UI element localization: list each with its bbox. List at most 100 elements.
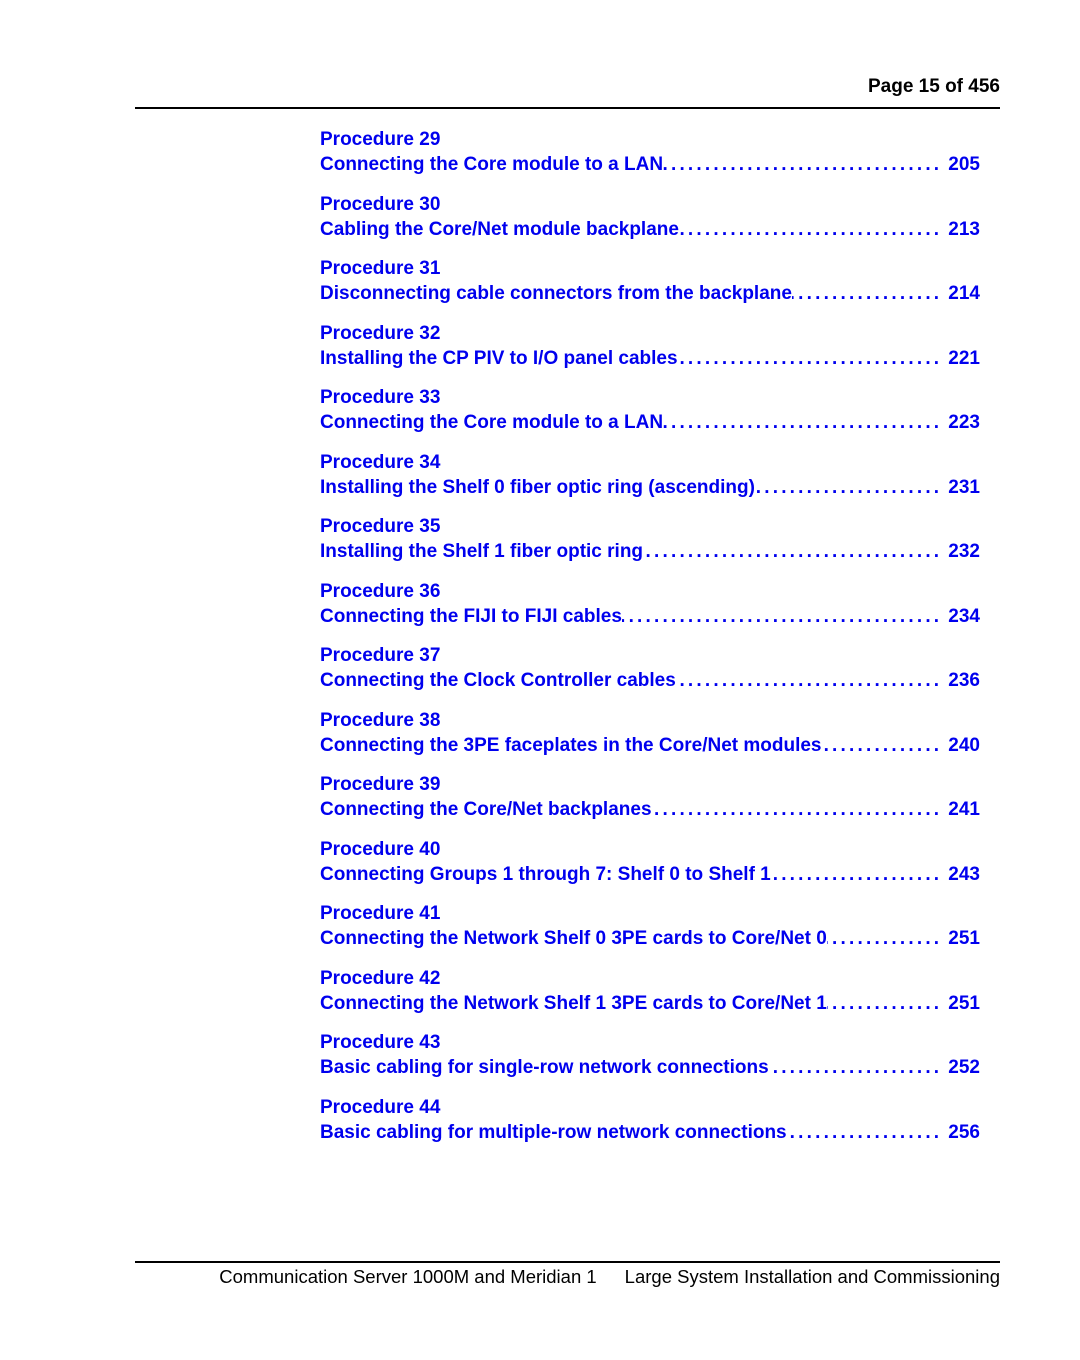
leader-dots: ........................................…	[791, 283, 943, 304]
toc-entry[interactable]: Procedure 35 Installing the Shelf 1 fiber…	[320, 515, 980, 580]
procedure-label[interactable]: Procedure 43	[320, 1031, 980, 1055]
procedure-label[interactable]: Procedure 41	[320, 902, 980, 926]
leader-dots: ........................................…	[826, 928, 943, 949]
procedure-title[interactable]: Connecting the Core module to a LAN	[320, 410, 663, 435]
procedure-title[interactable]: Installing the CP PIV to I/O panel cable…	[320, 346, 678, 371]
leader-dots: ........................................…	[663, 412, 943, 433]
procedure-label[interactable]: Procedure 31	[320, 257, 980, 281]
leader-dots: ........................................…	[821, 734, 943, 756]
page-number: Page 15 of 456	[867, 76, 1000, 97]
procedure-label[interactable]: Procedure 33	[320, 386, 980, 410]
page-footer: Communication Server 1000M and Meridian …	[135, 1266, 1000, 1288]
toc-link[interactable]: Connecting the Core module to a LAN.....…	[320, 410, 980, 435]
page-reference[interactable]: 256	[948, 1120, 980, 1145]
page-reference[interactable]: 205	[948, 152, 980, 177]
page-reference[interactable]: 252	[948, 1055, 980, 1080]
toc-link[interactable]: Disconnecting cable connectors from the …	[320, 281, 980, 306]
procedure-label[interactable]: Procedure 37	[320, 644, 980, 668]
procedure-label[interactable]: Procedure 29	[320, 128, 980, 152]
toc-entry[interactable]: Procedure 40 Connecting Groups 1 through …	[320, 838, 980, 903]
toc-entry[interactable]: Procedure 42 Connecting the Network Shelf…	[320, 967, 980, 1032]
leader-dots: ........................................…	[643, 541, 943, 562]
leader-dots: ........................................…	[663, 154, 943, 175]
page-reference[interactable]: 243	[948, 862, 980, 887]
leader-dots: ........................................…	[679, 218, 943, 240]
toc-entry[interactable]: Procedure 36 Connecting the FIJI to FIJI …	[320, 580, 980, 645]
page-reference[interactable]: 241	[948, 797, 980, 822]
toc-link[interactable]: Installing the CP PIV to I/O panel cable…	[320, 346, 980, 371]
page-reference[interactable]: 251	[948, 991, 980, 1016]
page-reference[interactable]: 251	[948, 926, 980, 951]
toc-entry[interactable]: Procedure 44 Basic cabling for multiple-r…	[320, 1096, 980, 1161]
toc-entry[interactable]: Procedure 33 Connecting the Core module t…	[320, 386, 980, 451]
procedure-title[interactable]: Basic cabling for single-row network con…	[320, 1055, 769, 1080]
procedure-label[interactable]: Procedure 30	[320, 193, 980, 217]
toc-link[interactable]: Installing the Shelf 0 fiber optic ring …	[320, 475, 980, 500]
toc-entry[interactable]: Procedure 38 Connecting the 3PE faceplate…	[320, 709, 980, 774]
procedure-title[interactable]: Connecting the Core/Net backplanes	[320, 797, 652, 822]
leader-dots: ........................................…	[622, 605, 943, 627]
toc-link[interactable]: Connecting the FIJI to FIJI cables......…	[320, 604, 980, 629]
toc-link[interactable]: Connecting the Core/Net backplanes......…	[320, 797, 980, 822]
footer-rule	[135, 1261, 1000, 1263]
procedure-title[interactable]: Installing the Shelf 0 fiber optic ring …	[320, 475, 755, 500]
toc-entry[interactable]: Procedure 39 Connecting the Core/Net back…	[320, 773, 980, 838]
footer-document-title: Large System Installation and Commission…	[624, 1266, 1000, 1287]
page-reference[interactable]: 232	[948, 539, 980, 564]
toc-link[interactable]: Connecting the Network Shelf 1 3PE cards…	[320, 991, 980, 1016]
procedure-title[interactable]: Disconnecting cable connectors from the …	[320, 281, 792, 306]
page-reference[interactable]: 221	[948, 346, 980, 371]
toc-entry[interactable]: Procedure 30 Cabling the Core/Net module …	[320, 193, 980, 258]
toc-link[interactable]: Connecting the 3PE faceplates in the Cor…	[320, 733, 980, 758]
toc-entry[interactable]: Procedure 29 Connecting the Core module t…	[320, 128, 980, 193]
procedure-title[interactable]: Basic cabling for multiple-row network c…	[320, 1120, 787, 1145]
leader-dots: ........................................…	[676, 670, 943, 691]
procedure-label[interactable]: Procedure 34	[320, 451, 980, 475]
leader-dots: ........................................…	[755, 476, 943, 498]
toc-link[interactable]: Connecting the Core module to a LAN.....…	[320, 152, 980, 177]
toc-entry[interactable]: Procedure 31 Disconnecting cable connecto…	[320, 257, 980, 322]
page-reference[interactable]: 236	[948, 668, 980, 693]
procedure-label[interactable]: Procedure 39	[320, 773, 980, 797]
procedure-title[interactable]: Connecting the Clock Controller cables	[320, 668, 676, 693]
toc-link[interactable]: Connecting Groups 1 through 7: Shelf 0 t…	[320, 862, 980, 887]
toc-link[interactable]: Basic cabling for multiple-row network c…	[320, 1120, 980, 1145]
page-reference[interactable]: 223	[948, 410, 980, 435]
procedure-label[interactable]: Procedure 42	[320, 967, 980, 991]
procedure-label[interactable]: Procedure 38	[320, 709, 980, 733]
toc-link[interactable]: Installing the Shelf 1 fiber optic ring.…	[320, 539, 980, 564]
procedure-title[interactable]: Connecting the Network Shelf 0 3PE cards…	[320, 926, 827, 951]
page-reference[interactable]: 231	[948, 475, 980, 500]
page-header: Page 15 of 456	[135, 74, 1000, 100]
page-reference[interactable]: 240	[948, 733, 980, 758]
toc-entry[interactable]: Procedure 37 Connecting the Clock Control…	[320, 644, 980, 709]
procedure-label[interactable]: Procedure 35	[320, 515, 980, 539]
procedure-title[interactable]: Connecting Groups 1 through 7: Shelf 0 t…	[320, 862, 771, 887]
leader-dots: ........................................…	[826, 992, 943, 1014]
toc-entry[interactable]: Procedure 43 Basic cabling for single-row…	[320, 1031, 980, 1096]
procedure-label[interactable]: Procedure 32	[320, 322, 980, 346]
procedure-title[interactable]: Connecting the 3PE faceplates in the Cor…	[320, 733, 822, 758]
toc-link[interactable]: Basic cabling for single-row network con…	[320, 1055, 980, 1080]
leader-dots: ........................................…	[769, 1057, 943, 1078]
table-of-procedures: Procedure 29 Connecting the Core module t…	[320, 128, 980, 1160]
toc-link[interactable]: Cabling the Core/Net module backplane...…	[320, 217, 980, 242]
procedure-title[interactable]: Cabling the Core/Net module backplane	[320, 217, 679, 242]
procedure-title[interactable]: Connecting the FIJI to FIJI cables	[320, 604, 622, 629]
leader-dots: ........................................…	[678, 347, 943, 369]
page-reference[interactable]: 214	[948, 281, 980, 306]
toc-link[interactable]: Connecting the Network Shelf 0 3PE cards…	[320, 926, 980, 951]
page-reference[interactable]: 213	[948, 217, 980, 242]
toc-entry[interactable]: Procedure 32 Installing the CP PIV to I/O…	[320, 322, 980, 387]
page-reference[interactable]: 234	[948, 604, 980, 629]
procedure-label[interactable]: Procedure 36	[320, 580, 980, 604]
toc-entry[interactable]: Procedure 41 Connecting the Network Shelf…	[320, 902, 980, 967]
procedure-title[interactable]: Connecting the Core module to a LAN	[320, 152, 663, 177]
procedure-label[interactable]: Procedure 44	[320, 1096, 980, 1120]
procedure-title[interactable]: Installing the Shelf 1 fiber optic ring	[320, 539, 643, 564]
procedure-label[interactable]: Procedure 40	[320, 838, 980, 862]
procedure-title[interactable]: Connecting the Network Shelf 1 3PE cards…	[320, 991, 827, 1016]
toc-link[interactable]: Connecting the Clock Controller cables..…	[320, 668, 980, 693]
leader-dots: ........................................…	[771, 863, 943, 885]
toc-entry[interactable]: Procedure 34 Installing the Shelf 0 fiber…	[320, 451, 980, 516]
